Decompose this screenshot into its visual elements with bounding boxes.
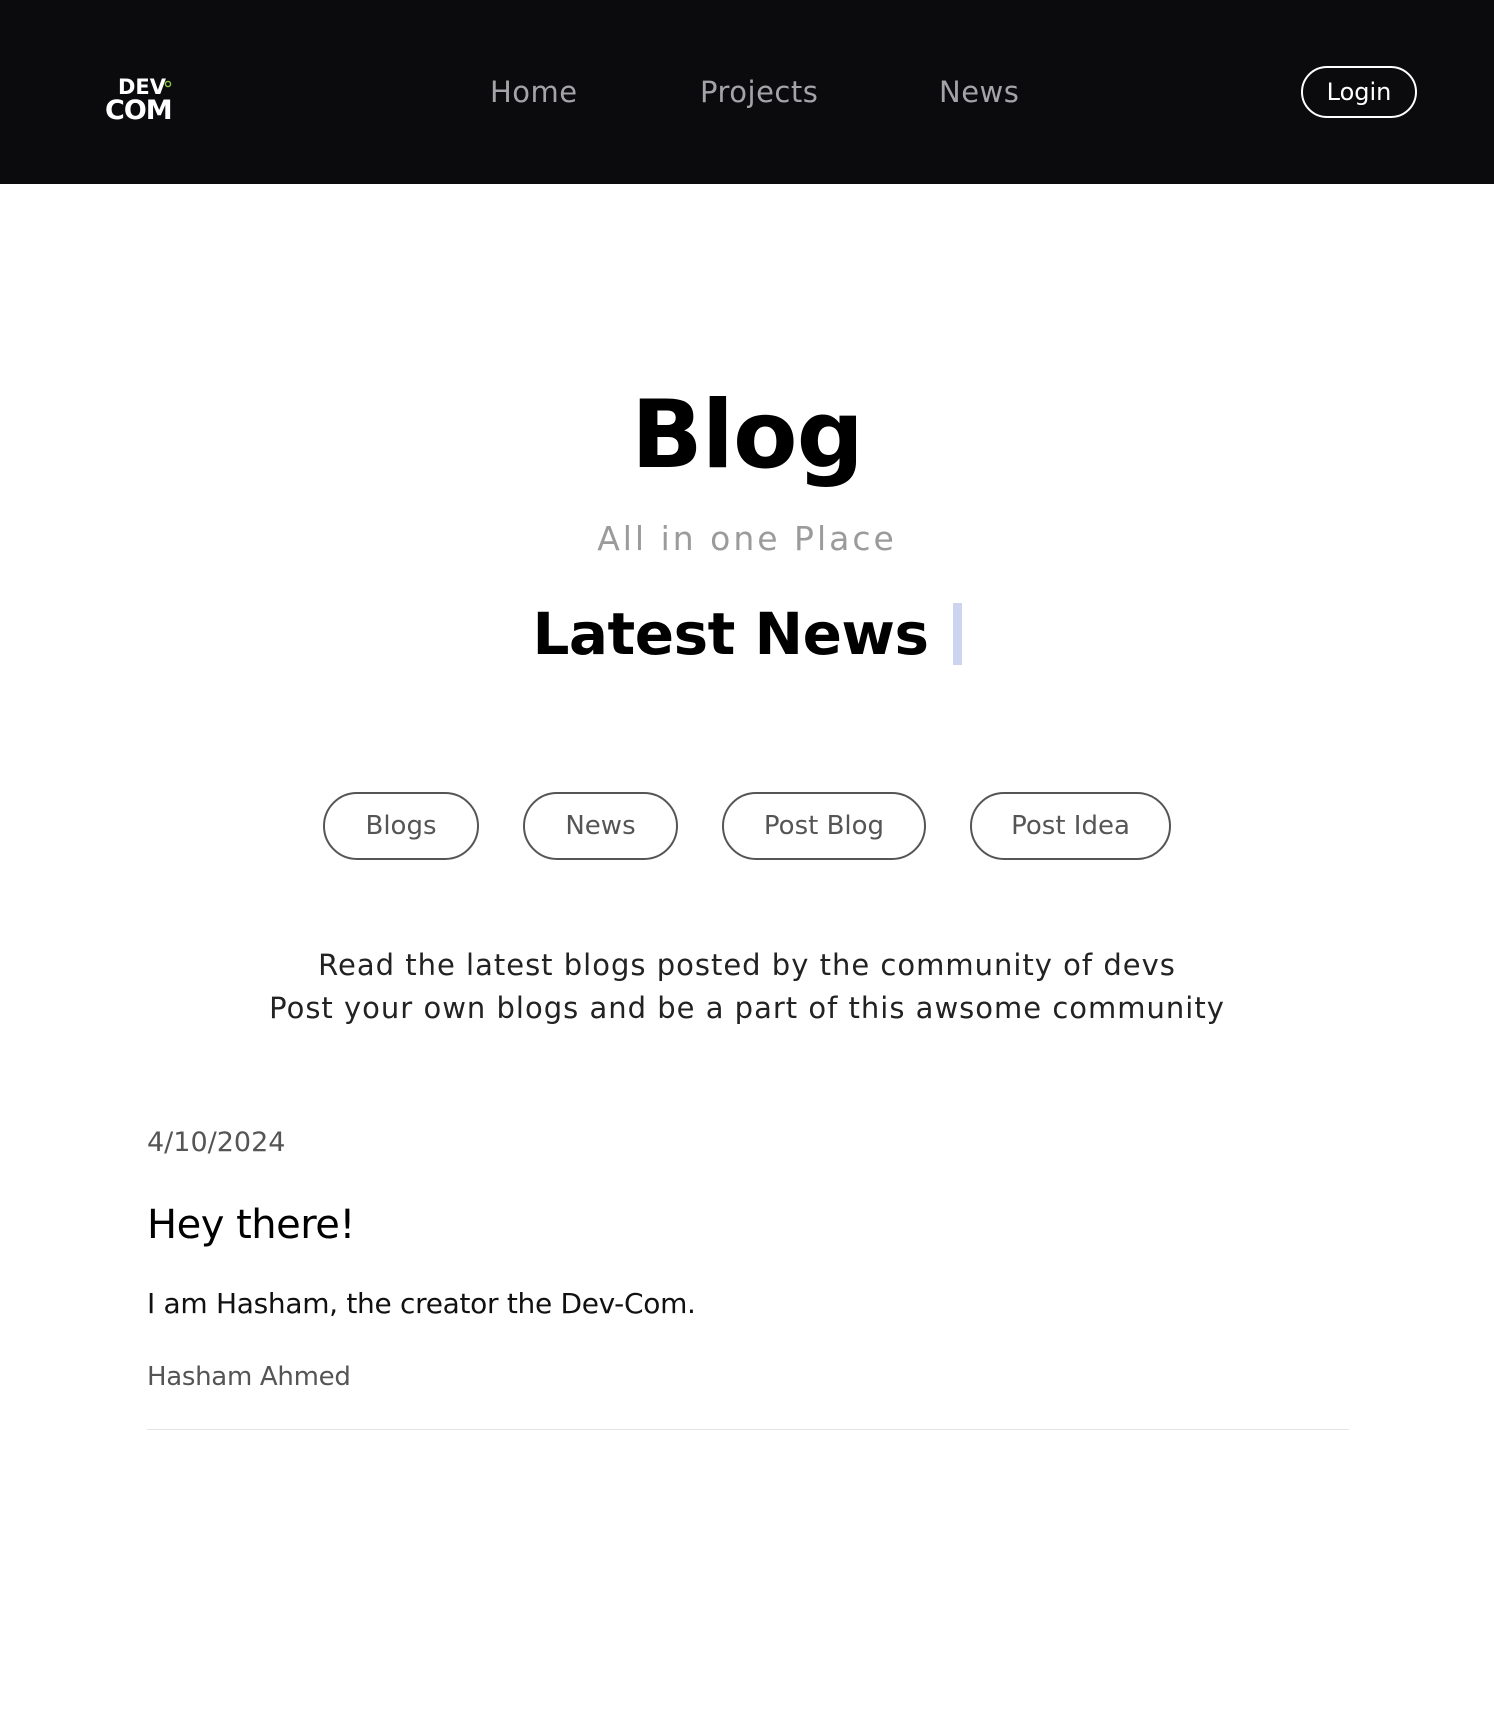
post-title[interactable]: Hey there! xyxy=(147,1200,355,1250)
tab-blogs[interactable]: Blogs xyxy=(323,792,479,860)
page-title: Blog xyxy=(631,381,864,490)
intro-line-1: Read the latest blogs posted by the comm… xyxy=(318,948,1176,982)
nav-link-home[interactable]: Home xyxy=(490,74,578,110)
nav-link-projects[interactable]: Projects xyxy=(700,74,818,110)
typing-headline-text: Latest News xyxy=(532,600,929,668)
typing-headline: Latest News xyxy=(0,596,1494,672)
logo-accent-dot xyxy=(164,80,172,88)
top-navbar: DEV COM Home Projects News Login xyxy=(0,0,1494,184)
post-date: 4/10/2024 xyxy=(147,1127,286,1158)
tab-post-blog[interactable]: Post Blog xyxy=(722,792,926,860)
devcom-logo[interactable]: DEV COM xyxy=(104,74,176,124)
page-subtitle: All in one Place xyxy=(597,519,897,558)
nav-link-news[interactable]: News xyxy=(939,74,1019,110)
blog-post-card[interactable]: 4/10/2024 Hey there! I am Hasham, the cr… xyxy=(147,1122,1349,1430)
login-button[interactable]: Login xyxy=(1301,66,1417,118)
intro-text: Read the latest blogs posted by the comm… xyxy=(0,944,1494,1030)
tab-news[interactable]: News xyxy=(523,792,678,860)
logo-text-bottom: COM xyxy=(105,95,172,124)
typing-cursor xyxy=(952,603,962,665)
intro-line-2: Post your own blogs and be a part of thi… xyxy=(269,991,1225,1025)
post-body: I am Hasham, the creator the Dev-Com. xyxy=(147,1287,696,1320)
tab-post-idea[interactable]: Post Idea xyxy=(970,792,1171,860)
post-author: Hasham Ahmed xyxy=(147,1362,351,1392)
